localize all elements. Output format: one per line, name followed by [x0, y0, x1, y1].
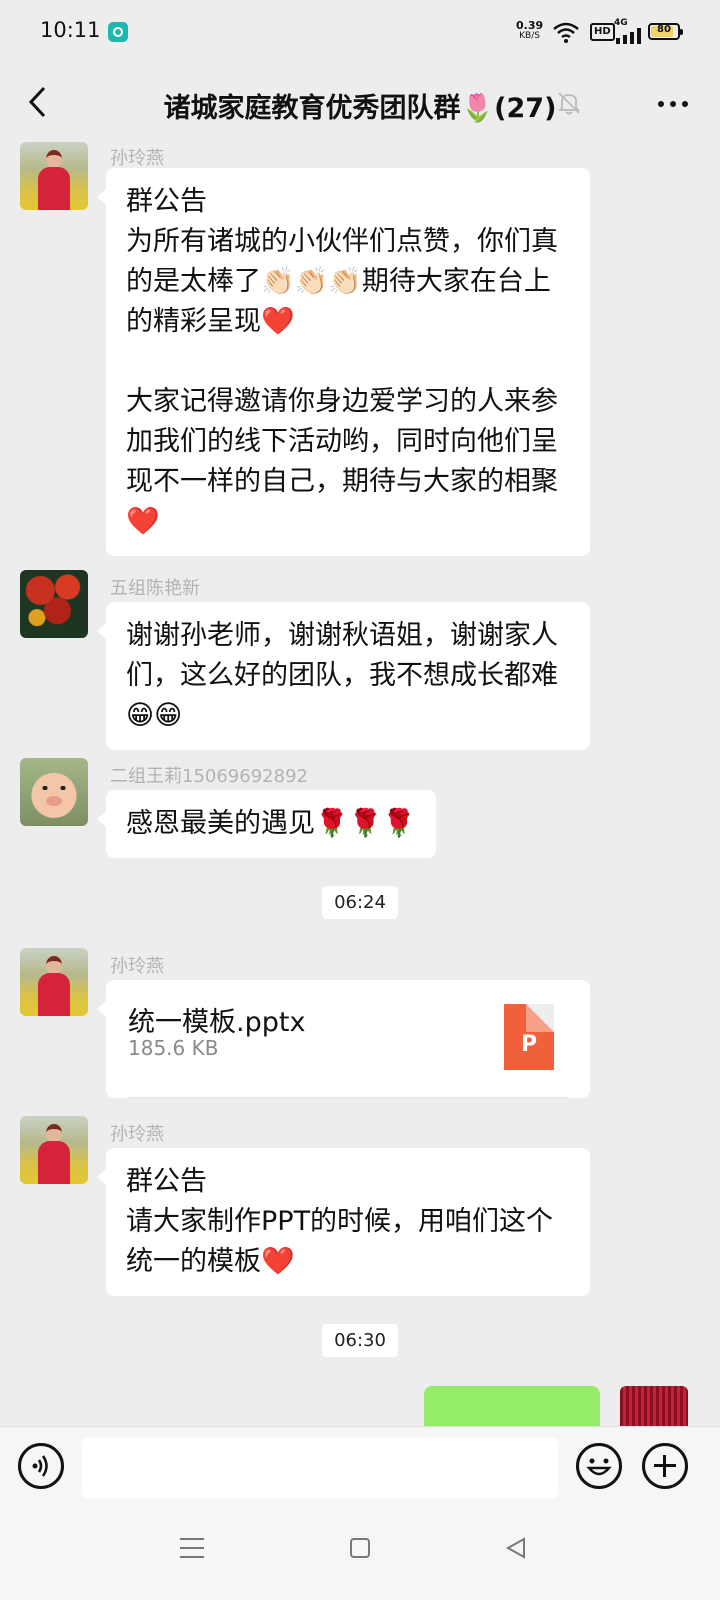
menu-line — [180, 1547, 204, 1549]
battery-level: 80 — [657, 24, 671, 35]
message-input[interactable] — [82, 1437, 558, 1499]
message-line: 的精彩呈现❤️ — [126, 306, 295, 337]
message-line: 为所有诸城的小伙伴们点赞，你们真 — [126, 226, 558, 257]
timestamp-label: 06:30 — [322, 1324, 398, 1357]
avatar-body — [38, 973, 70, 1016]
message-line: 们，这么好的团队，我不想成长都难 — [126, 660, 558, 691]
net-speed-value: 0.39 — [516, 19, 544, 32]
signal-icon — [616, 28, 641, 44]
message-line: 统一的模板❤️ — [126, 1246, 295, 1277]
avatar[interactable] — [20, 570, 88, 638]
message-line — [126, 342, 570, 382]
timestamp-label: 06:24 — [322, 886, 398, 919]
avatar[interactable] — [20, 142, 88, 210]
message-line: 现不一样的自己，期待与大家的相聚 — [126, 466, 558, 497]
message-bubble[interactable]: 谢谢孙老师，谢谢秋语姐，谢谢家人 们，这么好的团队，我不想成长都难 😁😁 — [97, 602, 590, 750]
avatar-head — [46, 956, 62, 974]
menu-line — [180, 1538, 204, 1540]
sender-name: 孙玲燕 — [110, 956, 164, 977]
voice-button[interactable] — [18, 1443, 64, 1489]
menu-line — [180, 1556, 204, 1558]
avatar[interactable] — [20, 1116, 88, 1184]
message-line: 的是太棒了👏🏻👏🏻👏🏻期待大家在台上 — [126, 266, 551, 297]
hd-icon: HD — [590, 23, 615, 41]
message-line: 谢谢孙老师，谢谢秋语姐，谢谢家人 — [126, 620, 558, 651]
self-avatar[interactable] — [620, 1386, 688, 1426]
message-bubble[interactable]: 感恩最美的遇见🌹🌹🌹 — [97, 790, 436, 858]
message-line: 群公告 — [126, 1166, 207, 1197]
file-name: 统一模板.pptx — [128, 1007, 306, 1038]
timestamp: 06:24 — [0, 886, 720, 919]
avatar-head — [46, 150, 62, 168]
chat-header: 诸城家庭教育优秀团队群🌷(27) — [0, 64, 720, 142]
home-icon[interactable] — [350, 1538, 370, 1558]
message-line: 加我们的线下活动哟，同时向他们呈 — [126, 426, 558, 457]
message-line: 群公告 — [126, 186, 207, 217]
more-button[interactable] — [648, 86, 698, 122]
net-speed-unit: KB/S — [519, 31, 540, 41]
avatar-person — [38, 956, 70, 1016]
timestamp: 06:30 — [0, 1324, 720, 1357]
recents-icon[interactable] — [180, 1538, 204, 1560]
ppt-file-icon: P — [504, 1004, 554, 1070]
battery-icon: 80 — [648, 23, 683, 40]
voice-icon — [32, 1455, 48, 1477]
emoji-icon — [586, 1458, 612, 1476]
avatar-head — [46, 1124, 62, 1142]
app-notification-icon — [108, 22, 128, 42]
message-line: ❤️ — [126, 506, 160, 537]
avatar-body — [38, 1141, 70, 1184]
bell-off-icon — [557, 92, 581, 115]
wifi-icon — [553, 22, 579, 43]
file-message[interactable]: 统一模板.pptx 185.6 KB P — [97, 980, 590, 1098]
self-message-bubble[interactable] — [424, 1386, 600, 1426]
message-line: 大家记得邀请你身边爱学习的人来参 — [126, 386, 558, 417]
sender-name: 五组陈艳新 — [110, 578, 200, 599]
input-bar — [0, 1426, 720, 1508]
avatar-body — [38, 167, 70, 210]
file-size: 185.6 KB — [128, 1036, 219, 1060]
sender-name: 孙玲燕 — [110, 148, 164, 169]
avatar-person — [38, 1124, 70, 1184]
emoji-button[interactable] — [576, 1443, 622, 1489]
sender-name: 二组王莉15069692892 — [110, 766, 308, 787]
nav-back-icon[interactable] — [504, 1536, 528, 1560]
avatar[interactable] — [20, 758, 88, 826]
avatar-person — [38, 150, 70, 210]
more-dot — [682, 101, 688, 107]
system-nav-bar — [0, 1508, 720, 1600]
message-line: 请大家制作PPT的时候，用咱们这个 — [126, 1206, 554, 1237]
plus-button[interactable] — [642, 1443, 688, 1489]
message-list[interactable]: 孙玲燕 群公告 为所有诸城的小伙伴们点赞，你们真 的是太棒了👏🏻👏🏻👏🏻期待大家… — [0, 142, 720, 1426]
more-dot — [670, 101, 676, 107]
file-icon-letter: P — [520, 1032, 538, 1057]
message-line: 感恩最美的遇见🌹🌹🌹 — [126, 808, 416, 839]
divider — [128, 1097, 568, 1098]
network-type: 4G — [614, 18, 628, 28]
status-bar: 10:11 0.39 KB/S HD 4G 80 — [0, 0, 720, 64]
net-speed: 0.39 KB/S — [516, 20, 543, 42]
more-dot — [658, 101, 664, 107]
message-line: 😁😁 — [126, 700, 183, 731]
message-bubble[interactable]: 群公告 请大家制作PPT的时候，用咱们这个 统一的模板❤️ — [97, 1148, 590, 1296]
sender-name: 孙玲燕 — [110, 1124, 164, 1145]
status-time: 10:11 — [40, 18, 101, 42]
message-bubble[interactable]: 群公告 为所有诸城的小伙伴们点赞，你们真 的是太棒了👏🏻👏🏻👏🏻期待大家在台上 … — [97, 168, 590, 556]
avatar[interactable] — [20, 948, 88, 1016]
chat-title[interactable]: 诸城家庭教育优秀团队群🌷(27) — [0, 86, 720, 125]
